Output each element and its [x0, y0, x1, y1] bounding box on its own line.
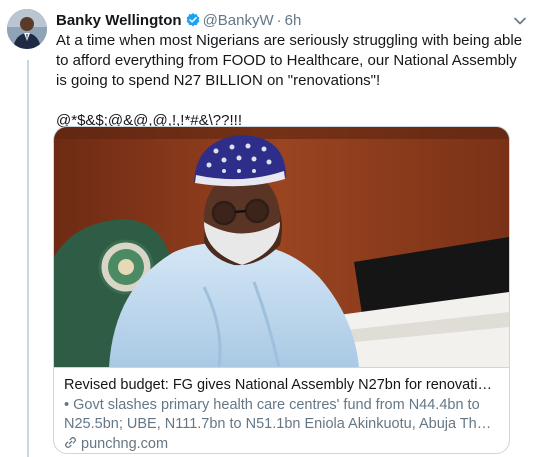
link-preview-card[interactable]: Revised budget: FG gives National Assemb…: [53, 126, 510, 454]
card-image[interactable]: [54, 127, 509, 367]
author-name[interactable]: Banky Wellington: [56, 12, 182, 29]
header-separator: ·: [276, 12, 282, 29]
chevron-down-icon[interactable]: [513, 14, 527, 28]
card-domain-text: punchng.com: [81, 436, 169, 452]
tweet-text: At a time when most Nigerians are seriou…: [56, 31, 528, 131]
verified-badge-icon: [186, 13, 199, 27]
thread-line: [27, 60, 29, 457]
card-description: • Govt slashes primary health care centr…: [64, 397, 485, 432]
card-text[interactable]: Revised budget: FG gives National Assemb…: [54, 367, 509, 453]
card-title[interactable]: Revised budget: FG gives National Assemb…: [64, 376, 499, 395]
tweet-text-paragraph: At a time when most Nigerians are seriou…: [56, 32, 523, 89]
author-handle[interactable]: @BankyW: [203, 12, 274, 29]
tweet-timestamp[interactable]: 6h: [285, 12, 302, 29]
card-domain[interactable]: punchng.com: [64, 435, 499, 453]
avatar-image: [7, 9, 47, 49]
avatar[interactable]: [7, 9, 47, 49]
link-icon: [64, 436, 77, 449]
tweet-header: Banky Wellington @BankyW · 6h: [56, 11, 301, 31]
